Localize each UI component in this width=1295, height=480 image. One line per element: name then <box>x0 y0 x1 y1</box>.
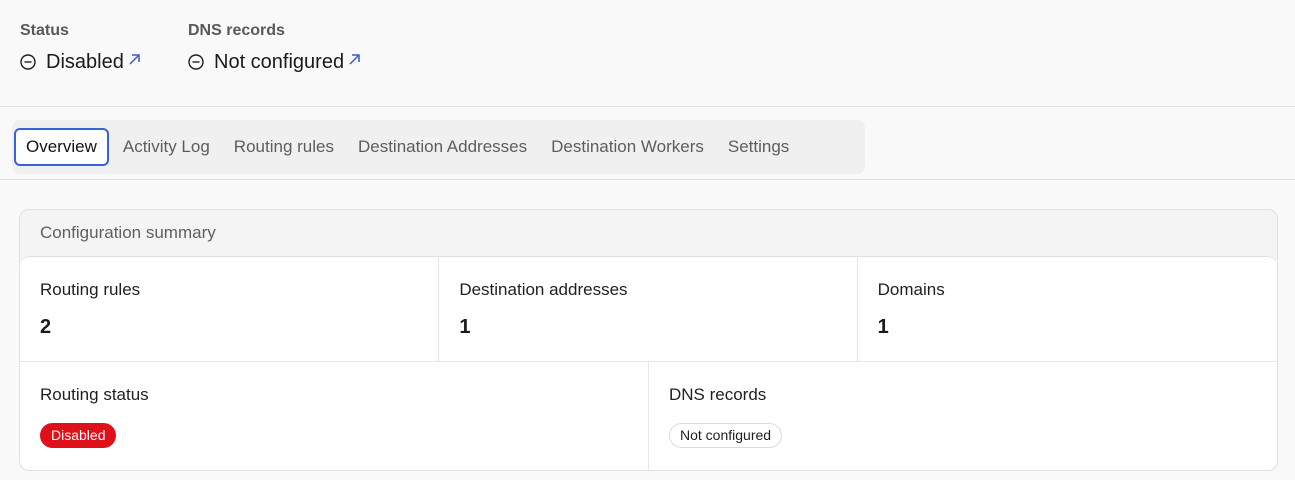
routing-rules-count: 2 <box>40 316 52 338</box>
dns-status-badge: Not configured <box>669 423 783 448</box>
dns-label: DNS records <box>188 22 285 39</box>
status-label: Status <box>20 22 69 39</box>
minus-circle-icon <box>188 54 204 70</box>
destination-addresses-count: 1 <box>459 316 471 338</box>
external-link-icon[interactable] <box>348 53 361 66</box>
domains-cell: Domains 1 <box>856 257 1277 361</box>
tab-settings[interactable]: Settings <box>716 128 801 166</box>
status-badge: Disabled <box>40 423 117 448</box>
tab-routing-rules[interactable]: Routing rules <box>222 128 346 166</box>
tab-destination-workers[interactable]: Destination Workers <box>539 128 716 166</box>
dns-summary: DNS records Not configured <box>188 20 361 76</box>
minus-circle-icon <box>20 54 36 70</box>
domains-count: 1 <box>877 316 889 338</box>
status-value[interactable]: Disabled <box>46 51 124 74</box>
tab-destination-addresses[interactable]: Destination Addresses <box>346 128 539 166</box>
routing-status-label: Routing status <box>40 385 149 404</box>
status-summary: Status Disabled <box>20 20 141 76</box>
summary-row-status: Routing status Disabled DNS records Not … <box>20 362 1277 470</box>
card-title: Configuration summary <box>40 223 216 242</box>
dns-records-label: DNS records <box>669 385 767 404</box>
tabs: Overview Activity Log Routing rules Dest… <box>12 120 865 174</box>
routing-rules-label: Routing rules <box>40 280 141 299</box>
domains-label: Domains <box>877 280 945 299</box>
tab-bar: Overview Activity Log Routing rules Dest… <box>0 107 1295 180</box>
tab-activity-log[interactable]: Activity Log <box>111 128 222 166</box>
status-header: Status Disabled DNS records Not configur… <box>0 0 1295 107</box>
tab-overview[interactable]: Overview <box>14 128 109 166</box>
destination-addresses-cell: Destination addresses 1 <box>438 257 856 361</box>
configuration-summary-card: Configuration summary Routing rules 2 De… <box>19 209 1278 471</box>
summary-row-counts: Routing rules 2 Destination addresses 1 … <box>20 257 1277 362</box>
dns-records-cell: DNS records Not configured <box>648 362 1277 470</box>
routing-status-cell: Routing status Disabled <box>20 362 648 470</box>
destination-addresses-label: Destination addresses <box>459 280 628 299</box>
external-link-icon[interactable] <box>128 53 141 66</box>
routing-rules-cell: Routing rules 2 <box>20 257 438 361</box>
dns-value-link[interactable]: Not configured <box>188 48 361 76</box>
status-value-link[interactable]: Disabled <box>20 48 141 76</box>
card-body: Routing rules 2 Destination addresses 1 … <box>20 256 1277 470</box>
dns-value[interactable]: Not configured <box>214 51 344 74</box>
